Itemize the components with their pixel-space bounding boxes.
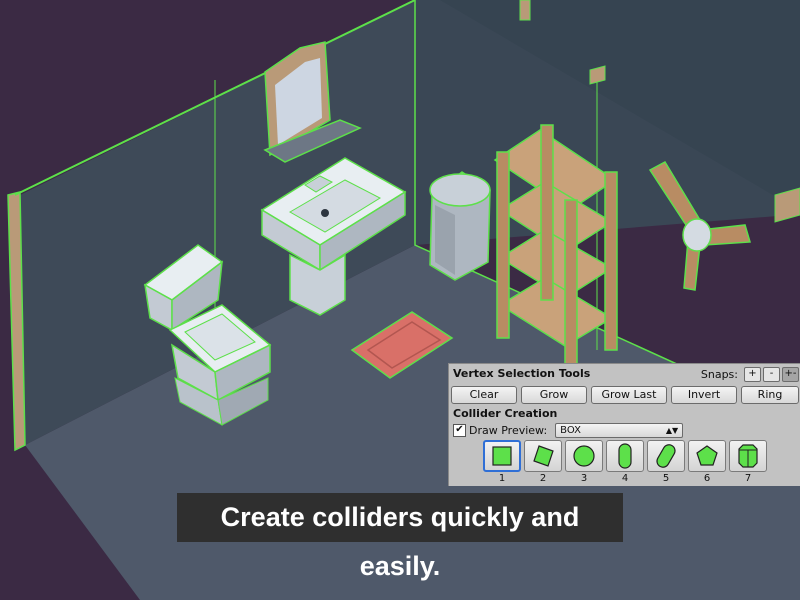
snap-minus-button[interactable]: -: [763, 367, 780, 382]
box-icon: [492, 446, 512, 466]
rotated-box-icon: [533, 445, 554, 467]
shape-button-1[interactable]: 1: [483, 440, 521, 484]
pentagon-icon: [696, 445, 718, 466]
sphere-icon: [573, 445, 595, 467]
shape-button-7[interactable]: 7: [729, 440, 767, 484]
selection-buttons: Clear Grow Grow Last Invert Ring: [451, 386, 800, 404]
shape-button-2[interactable]: 2: [524, 440, 562, 484]
grow-last-button[interactable]: Grow Last: [591, 386, 667, 404]
snap-plusminus-button[interactable]: +-: [782, 367, 799, 382]
vertex-selection-panel: Vertex Selection Tools Snaps: + - +- Cle…: [448, 363, 800, 486]
snap-plus-button[interactable]: +: [744, 367, 761, 382]
invert-button[interactable]: Invert: [671, 386, 737, 404]
ring-button[interactable]: Ring: [741, 386, 799, 404]
clear-button[interactable]: Clear: [451, 386, 517, 404]
caption-banner: Create colliders quickly and easily.: [177, 493, 623, 581]
trash-can: [429, 171, 491, 281]
snaps-label: Snaps:: [700, 368, 738, 381]
collider-type-select[interactable]: BOX ▲▼: [555, 423, 684, 438]
grow-button[interactable]: Grow: [521, 386, 587, 404]
collider-shape-buttons: 1 2 3 4 5 6 7: [483, 440, 770, 484]
draw-preview-checkbox[interactable]: ✔: [453, 424, 466, 437]
collider-type-value: BOX: [560, 425, 581, 436]
angled-capsule-icon: [656, 444, 676, 468]
draw-preview-row: ✔ Draw Preview: BOX ▲▼: [453, 423, 684, 438]
cylinder-icon: [738, 444, 758, 468]
snaps-group: Snaps: + - +-: [701, 367, 799, 382]
panel-title: Vertex Selection Tools: [453, 367, 591, 380]
collider-creation-heading: Collider Creation: [453, 407, 558, 420]
shape-button-6[interactable]: 6: [688, 440, 726, 484]
shape-button-4[interactable]: 4: [606, 440, 644, 484]
draw-preview-label: Draw Preview:: [469, 424, 548, 437]
shape-button-3[interactable]: 3: [565, 440, 603, 484]
select-arrow-icon: ▲▼: [665, 426, 679, 435]
shape-button-5[interactable]: 5: [647, 440, 685, 484]
capsule-icon: [618, 443, 632, 469]
